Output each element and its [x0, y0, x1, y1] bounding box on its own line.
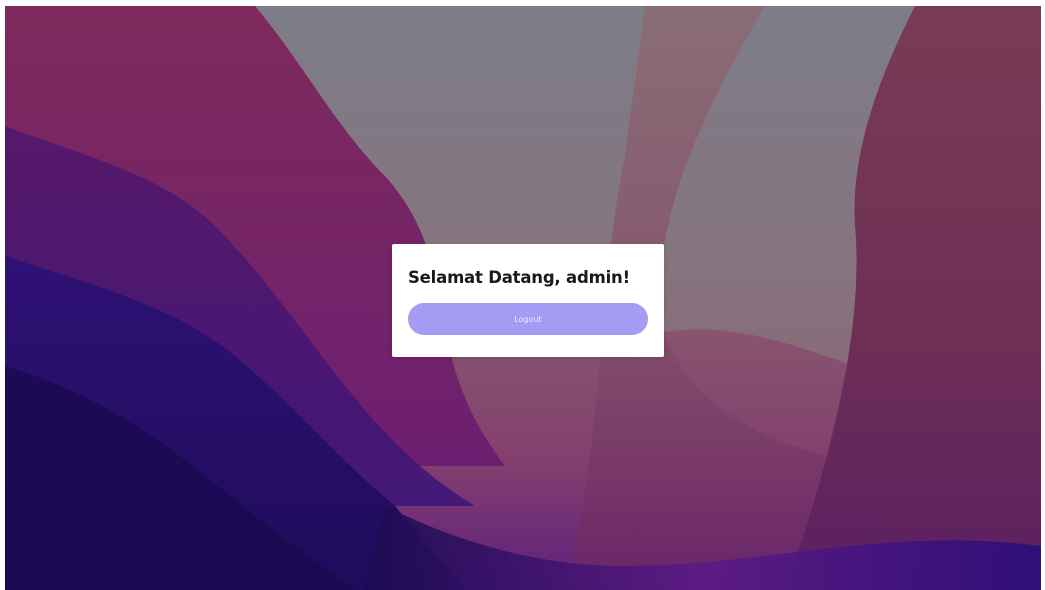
welcome-card: Selamat Datang, admin! Logout — [392, 244, 664, 357]
logout-button[interactable]: Logout — [408, 303, 648, 335]
welcome-heading: Selamat Datang, admin! — [408, 268, 630, 287]
page-viewport: Selamat Datang, admin! Logout — [5, 6, 1041, 590]
